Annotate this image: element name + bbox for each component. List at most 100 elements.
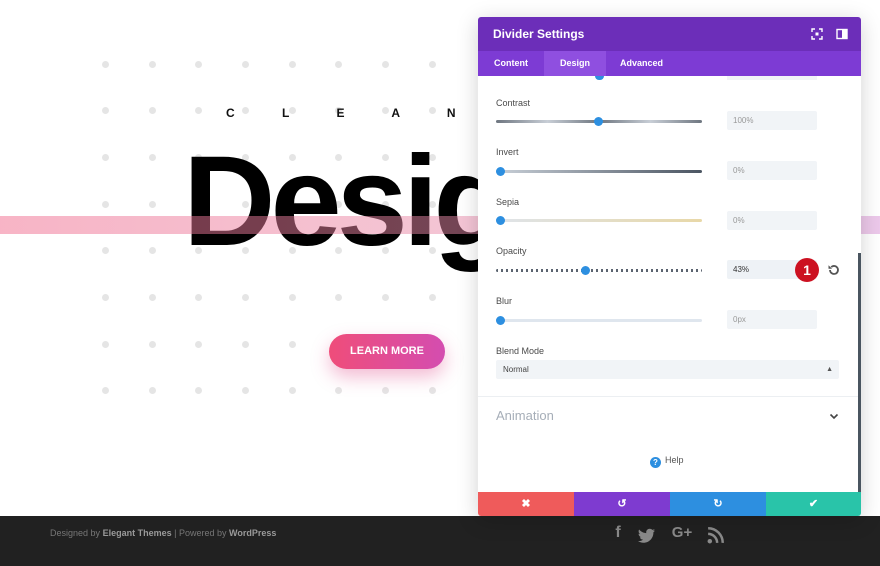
blend-mode-value: Normal [503,365,529,374]
google-plus-icon[interactable]: G+ [668,522,696,544]
dock-panel-icon[interactable] [836,28,848,40]
panel-header: Divider Settings [478,17,861,51]
close-icon: ✖ [521,498,531,510]
sepia-label: Sepia [496,197,520,207]
pattern-dot [335,61,342,68]
pattern-dot [195,107,202,114]
panel-title: Divider Settings [493,27,585,41]
learn-more-button[interactable]: LEARN MORE [329,334,445,369]
pattern-dot [149,107,156,114]
pattern-dot [242,341,249,348]
pattern-dot [149,387,156,394]
divider-settings-panel: Divider Settings Content Design Advanced… [478,17,861,516]
pattern-dot [195,294,202,301]
pattern-dot [429,61,436,68]
section-divider [478,396,858,397]
sepia-slider[interactable] [496,219,702,222]
pattern-dot [149,341,156,348]
hero-headline: Desig [183,130,512,273]
previous-value-box[interactable] [727,76,817,80]
invert-slider[interactable] [496,170,702,173]
pattern-dot [429,387,436,394]
sepia-slider-knob[interactable] [496,216,505,225]
blur-slider-knob[interactable] [496,316,505,325]
panel-scrollbar[interactable] [858,253,861,493]
pattern-dot [382,61,389,68]
blend-mode-select[interactable]: Normal ▲ [496,360,839,379]
opacity-slider[interactable] [496,269,702,272]
reset-icon[interactable] [827,263,841,277]
help-link[interactable]: ? Help [650,455,684,468]
pattern-dot [195,341,202,348]
pattern-dot [335,387,342,394]
pattern-dot [102,61,109,68]
check-icon: ✔ [808,498,819,510]
undo-icon: ↺ [617,498,627,510]
pattern-dot [289,387,296,394]
pattern-dot [102,341,109,348]
pattern-dot [242,294,249,301]
pattern-dot [382,387,389,394]
pattern-dot [149,247,156,254]
animation-section-toggle[interactable]: Animation [496,408,554,423]
redo-button[interactable]: ↻ [670,492,766,516]
rss-icon[interactable] [707,524,725,546]
select-arrows-icon: ▲ [826,366,833,373]
fullscreen-icon[interactable] [811,28,823,40]
pattern-dot [429,294,436,301]
undo-button[interactable]: ↺ [574,492,670,516]
previous-slider-knob[interactable] [595,76,604,80]
help-icon: ? [650,457,661,468]
site-footer [0,516,880,566]
footer-powered-by: | Powered by [174,528,227,538]
pattern-dot [242,61,249,68]
tab-content[interactable]: Content [478,51,544,76]
pattern-dot [102,247,109,254]
pattern-dot [149,201,156,208]
contrast-slider-knob[interactable] [594,117,603,126]
pattern-dot [149,294,156,301]
footer-designed-by: Designed by [50,528,101,538]
opacity-slider-knob[interactable] [581,266,590,275]
pattern-dot [149,61,156,68]
panel-action-bar: ✖ ↺ ↻ ✔ [478,492,861,516]
invert-label: Invert [496,147,519,157]
pattern-dot [102,107,109,114]
step-badge: 1 [795,258,819,282]
pattern-dot [195,61,202,68]
tab-design[interactable]: Design [544,51,607,76]
twitter-icon[interactable] [638,525,656,547]
opacity-label: Opacity [496,246,527,256]
blur-label: Blur [496,296,513,306]
invert-slider-knob[interactable] [496,167,505,176]
chevron-down-icon[interactable] [828,410,840,422]
help-label: Help [665,455,684,465]
invert-value-input[interactable]: 0% [727,161,817,180]
pattern-dot [102,294,109,301]
pattern-dot [289,61,296,68]
blend-mode-label: Blend Mode [496,346,545,356]
pattern-dot [149,154,156,161]
pattern-dot [382,294,389,301]
redo-icon: ↻ [713,498,723,510]
pattern-dot [102,387,109,394]
blur-value-input[interactable]: 0px [727,310,817,329]
contrast-value-input[interactable]: 100% [727,111,817,130]
pattern-dot [289,294,296,301]
cancel-button[interactable]: ✖ [478,492,574,516]
tab-advanced[interactable]: Advanced [604,51,679,76]
facebook-icon[interactable]: f [609,522,627,544]
footer-wordpress-link[interactable]: WordPress [229,528,276,538]
blur-slider[interactable] [496,319,702,322]
page-canvas: C L E A N & W H Desig LEARN MORE Designe… [0,0,880,566]
sepia-value-input[interactable]: 0% [727,211,817,230]
pattern-dot [335,294,342,301]
save-button[interactable]: ✔ [766,492,861,516]
footer-elegant-themes-link[interactable]: Elegant Themes [103,528,172,538]
contrast-label: Contrast [496,98,531,108]
footer-credits: Designed by Elegant Themes | Powered by … [50,528,276,538]
panel-tabs: Content Design Advanced [478,51,861,76]
pattern-dot [195,387,202,394]
pattern-dot [102,201,109,208]
pattern-dot [102,154,109,161]
